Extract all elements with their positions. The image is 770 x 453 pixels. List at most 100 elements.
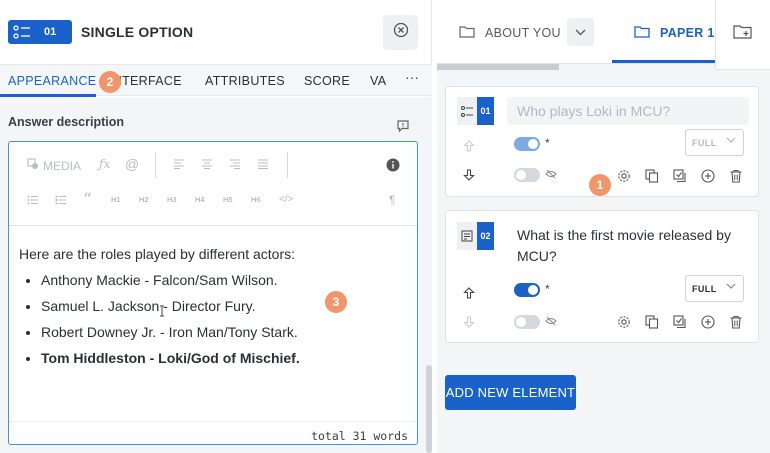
align-justify-icon[interactable] [257, 159, 269, 169]
add-page-button[interactable] [715, 0, 770, 70]
toolbar-separator [287, 152, 288, 178]
editor-toolbar-row-2: “ H1 H2 H3 H4 H5 H6 </> ¶ [9, 184, 417, 220]
move-down-icon[interactable] [463, 315, 475, 331]
width-select-value: FULL [692, 284, 717, 294]
settings-scrollbar[interactable] [426, 365, 432, 453]
align-left-icon[interactable] [173, 159, 185, 169]
numbered-list-icon[interactable] [55, 195, 67, 205]
tab-score[interactable]: SCORE [304, 74, 350, 88]
chevron-down-icon [726, 135, 736, 145]
trash-icon[interactable] [729, 169, 743, 183]
page-tab-label: ABOUT YOU [485, 26, 561, 40]
question-type-badge: 02 [457, 222, 494, 250]
settings-header: 01 SINGLE OPTION [0, 0, 432, 64]
move-up-icon[interactable] [463, 286, 475, 302]
page-tab-label: PAPER 1 [660, 26, 715, 40]
list-item: Tom Hiddleston - Loki/God of Mischief. [41, 350, 409, 367]
close-settings-button[interactable] [383, 15, 418, 50]
required-toggle[interactable] [514, 283, 540, 297]
chevron-down-icon [726, 281, 736, 291]
question-number: 01 [477, 97, 494, 125]
page-tab-about-you[interactable]: ABOUT YOU [459, 25, 561, 41]
question-title[interactable]: What is the first movie released by MCU? [517, 225, 747, 267]
heading-2-button[interactable]: H2 [139, 195, 149, 204]
heading-5-button[interactable]: H5 [223, 195, 233, 204]
element-settings-panel: 01 SINGLE OPTION APPEARANCE INTERFACE AT… [0, 0, 432, 453]
tab-attributes[interactable]: ATTRIBUTES [205, 74, 285, 88]
mention-icon[interactable]: @ [125, 156, 139, 172]
duplicate-check-icon[interactable] [673, 315, 687, 329]
folder-icon [459, 25, 475, 41]
heading-3-button[interactable]: H3 [167, 195, 177, 204]
settings-gear-icon[interactable] [617, 169, 631, 183]
folder-icon [634, 25, 650, 41]
info-icon[interactable] [386, 158, 400, 172]
copy-icon[interactable] [645, 169, 659, 183]
more-tabs-button[interactable]: ··· [405, 69, 419, 85]
width-select[interactable]: FULL [685, 275, 744, 302]
page-menu-dropdown[interactable] [567, 18, 594, 46]
annotation-marker-1: 1 [589, 174, 611, 196]
toolbar-divider [9, 225, 417, 226]
intro-paragraph: Here are the roles played by different a… [19, 246, 296, 262]
editor-content[interactable]: Here are the roles played by different a… [19, 246, 409, 376]
tabs-scrollbar[interactable] [437, 64, 559, 70]
settings-body: Answer description MEDIA ƒx @ “ H1 H2 H3… [0, 97, 432, 453]
rich-text-editor[interactable]: MEDIA ƒx @ “ H1 H2 H3 H4 H5 H6 </> ¶ Her… [8, 141, 418, 445]
question-title-input[interactable]: Who plays Loki in MCU? [507, 97, 749, 125]
toolbar-separator [155, 152, 156, 178]
chevron-down-icon [575, 23, 586, 41]
paragraph-icon[interactable]: ¶ [389, 193, 395, 207]
list-item: Anthony Mackie - Falcon/Sam Wilson. [41, 272, 409, 289]
bullet-list-icon[interactable] [27, 195, 39, 205]
align-right-icon[interactable] [229, 159, 241, 169]
heading-4-button[interactable]: H4 [195, 195, 205, 204]
text-cursor-icon [159, 305, 165, 320]
tab-validation[interactable]: VA [370, 74, 386, 88]
word-count: total 31 words [311, 429, 408, 443]
add-circle-icon[interactable] [701, 315, 715, 329]
hidden-toggle[interactable] [514, 315, 540, 329]
question-type-badge: 01 [457, 97, 494, 125]
quote-icon[interactable]: “ [83, 190, 92, 210]
eye-off-icon [545, 315, 557, 329]
single-option-icon [457, 97, 477, 125]
move-down-icon[interactable] [463, 168, 475, 184]
required-toggle[interactable] [514, 137, 540, 151]
annotation-marker-3: 3 [325, 291, 347, 313]
tab-appearance[interactable]: APPEARANCE [8, 74, 96, 88]
move-up-icon[interactable] [463, 139, 475, 155]
editor-toolbar-row-1: MEDIA ƒx @ [9, 148, 417, 184]
align-center-icon[interactable] [201, 159, 213, 169]
eye-off-icon [545, 168, 557, 182]
active-page-indicator [612, 60, 720, 63]
actor-role-list: Anthony Mackie - Falcon/Sam Wilson. Samu… [41, 272, 409, 367]
copy-icon[interactable] [645, 315, 659, 329]
duplicate-check-icon[interactable] [673, 169, 687, 183]
heading-1-button[interactable]: H1 [111, 195, 121, 204]
required-symbol: * [545, 282, 550, 296]
page-tab-paper-1[interactable]: PAPER 1 [634, 25, 715, 41]
comment-icon[interactable] [396, 119, 410, 138]
formula-icon[interactable]: ƒx [99, 157, 110, 171]
trash-icon[interactable] [729, 315, 743, 329]
element-type-title: SINGLE OPTION [81, 24, 194, 40]
add-circle-icon[interactable] [701, 169, 715, 183]
settings-tabs: APPEARANCE INTERFACE ATTRIBUTES SCORE VA… [0, 64, 432, 97]
settings-gear-icon[interactable] [617, 315, 631, 329]
question-card[interactable]: 02 What is the first movie released by M… [445, 210, 759, 343]
add-folder-icon [733, 24, 753, 45]
code-icon[interactable]: </> [279, 194, 293, 205]
list-item: Samuel L. Jackson - Director Fury. [41, 298, 409, 315]
add-new-element-button[interactable]: ADD NEW ELEMENT [445, 375, 576, 410]
heading-6-button[interactable]: H6 [251, 195, 261, 204]
text-question-icon [457, 222, 477, 250]
required-symbol: * [545, 136, 550, 150]
media-button[interactable]: MEDIA [27, 158, 81, 173]
close-circle-icon [393, 22, 409, 43]
single-option-icon [8, 25, 36, 39]
element-number: 01 [44, 26, 57, 38]
hidden-toggle[interactable] [514, 168, 540, 182]
width-select[interactable]: FULL [685, 129, 744, 156]
editor-footer-divider [9, 421, 417, 422]
